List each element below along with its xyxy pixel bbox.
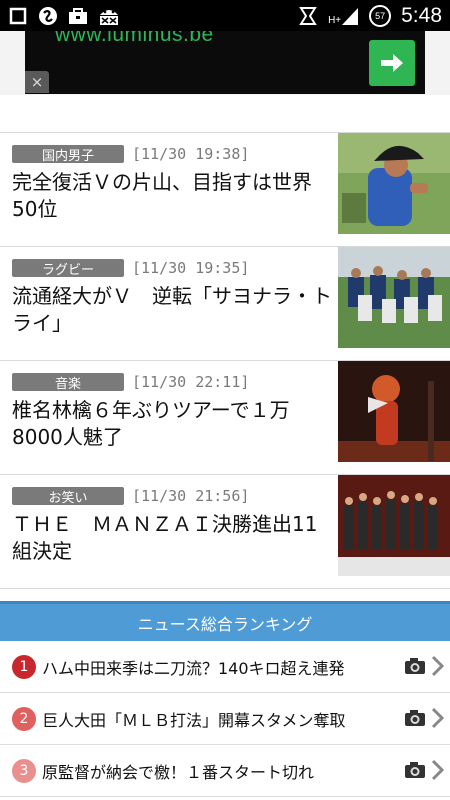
news-meta: ラグビー [11/30 19:35] [12, 259, 332, 278]
ranking-item[interactable]: 1 ハム中田来季は二刀流？140キロ超え連発 [0, 641, 450, 693]
news-meta: 音楽 [11/30 22:11] [12, 373, 332, 392]
ad-go-button[interactable] [369, 40, 415, 86]
signal-icon: H+ [328, 6, 359, 26]
data-icon [298, 6, 318, 26]
status-bar: H+ 57 5:48 [0, 0, 450, 31]
news-thumbnail [338, 361, 450, 462]
news-meta: 国内男子 [11/30 19:38] [12, 145, 332, 164]
ranking-item[interactable]: 2 巨人大田「ＭＬＢ打法」開幕スタメン奪取 [0, 693, 450, 745]
news-thumbnail [338, 133, 450, 234]
camera-icon [404, 761, 426, 779]
ranking-section: ニュース総合ランキング 1 ハム中田来季は二刀流？140キロ超え連発 2 巨人大… [0, 601, 450, 797]
rank-number: 2 [12, 706, 36, 731]
s-circle-icon [38, 6, 58, 26]
ranking-headline: ハム中田来季は二刀流？140キロ超え連発 [42, 658, 345, 678]
chevron-right-icon [430, 707, 445, 729]
news-item[interactable]: ラグビー [11/30 19:35] 流通経大がＶ 逆転「サヨナラ・トライ」 [0, 247, 450, 361]
clock: 5:48 [401, 3, 442, 27]
news-thumbnail [338, 247, 450, 348]
news-date: [11/30 21:56] [132, 487, 250, 505]
ad-area: www.luminus.be × [0, 31, 450, 95]
news-date: [11/30 22:11] [132, 373, 250, 391]
news-text: お笑い [11/30 21:56] ＴＨＥ ＭＡＮＺＡＩ決勝進出11組決定 [12, 487, 332, 565]
android-icon [98, 6, 118, 26]
rank-number: 1 [12, 654, 36, 679]
news-item[interactable]: 国内男子 [11/30 19:38] 完全復活Ｖの片山、目指すは世界50位 [0, 133, 450, 247]
ranking-title: ニュース総合ランキング [0, 601, 450, 641]
chevron-right-icon [430, 655, 445, 677]
battery-icon: 57 [369, 4, 392, 27]
category-badge: 国内男子 [12, 145, 124, 164]
category-badge: お笑い [12, 487, 124, 506]
arrow-right-icon [381, 54, 403, 72]
camera-icon [404, 657, 426, 675]
ad-close-button[interactable]: × [25, 71, 49, 93]
square-icon [8, 6, 28, 26]
news-headline: 椎名林檎６年ぶりツアーで１万8000人魅了 [12, 398, 290, 449]
network-type: H+ [328, 14, 342, 26]
news-headline: 完全復活Ｖの片山、目指すは世界50位 [12, 170, 312, 221]
news-headline: ＴＨＥ ＭＡＮＺＡＩ決勝進出11組決定 [12, 512, 318, 563]
news-list: 国内男子 [11/30 19:38] 完全復活Ｖの片山、目指すは世界50位 ラグ… [0, 132, 450, 589]
chevron-right-icon [430, 759, 445, 781]
news-meta: お笑い [11/30 21:56] [12, 487, 332, 506]
ranking-item[interactable]: 3 原監督が納会で檄！１番スタート切れ [0, 745, 450, 797]
ad-banner[interactable]: www.luminus.be [25, 31, 425, 94]
rank-number: 3 [12, 758, 36, 783]
news-thumbnail [338, 475, 450, 576]
ranking-headline: 巨人大田「ＭＬＢ打法」開幕スタメン奪取 [42, 710, 346, 730]
news-headline: 流通経大がＶ 逆転「サヨナラ・トライ」 [12, 284, 332, 335]
camera-icon [404, 709, 426, 727]
category-badge: ラグビー [12, 259, 124, 278]
ranking-headline: 原監督が納会で檄！１番スタート切れ [42, 762, 315, 782]
news-item[interactable]: 音楽 [11/30 22:11] 椎名林檎６年ぶりツアーで１万8000人魅了 [0, 361, 450, 475]
ad-url: www.luminus.be [55, 31, 214, 46]
category-badge: 音楽 [12, 373, 124, 392]
briefcase-icon [68, 6, 88, 26]
news-item[interactable]: お笑い [11/30 21:56] ＴＨＥ ＭＡＮＺＡＩ決勝進出11組決定 [0, 475, 450, 589]
news-text: ラグビー [11/30 19:35] 流通経大がＶ 逆転「サヨナラ・トライ」 [12, 259, 332, 337]
news-text: 国内男子 [11/30 19:38] 完全復活Ｖの片山、目指すは世界50位 [12, 145, 332, 223]
news-date: [11/30 19:38] [132, 145, 250, 163]
news-text: 音楽 [11/30 22:11] 椎名林檎６年ぶりツアーで１万8000人魅了 [12, 373, 332, 451]
news-date: [11/30 19:35] [132, 259, 250, 277]
